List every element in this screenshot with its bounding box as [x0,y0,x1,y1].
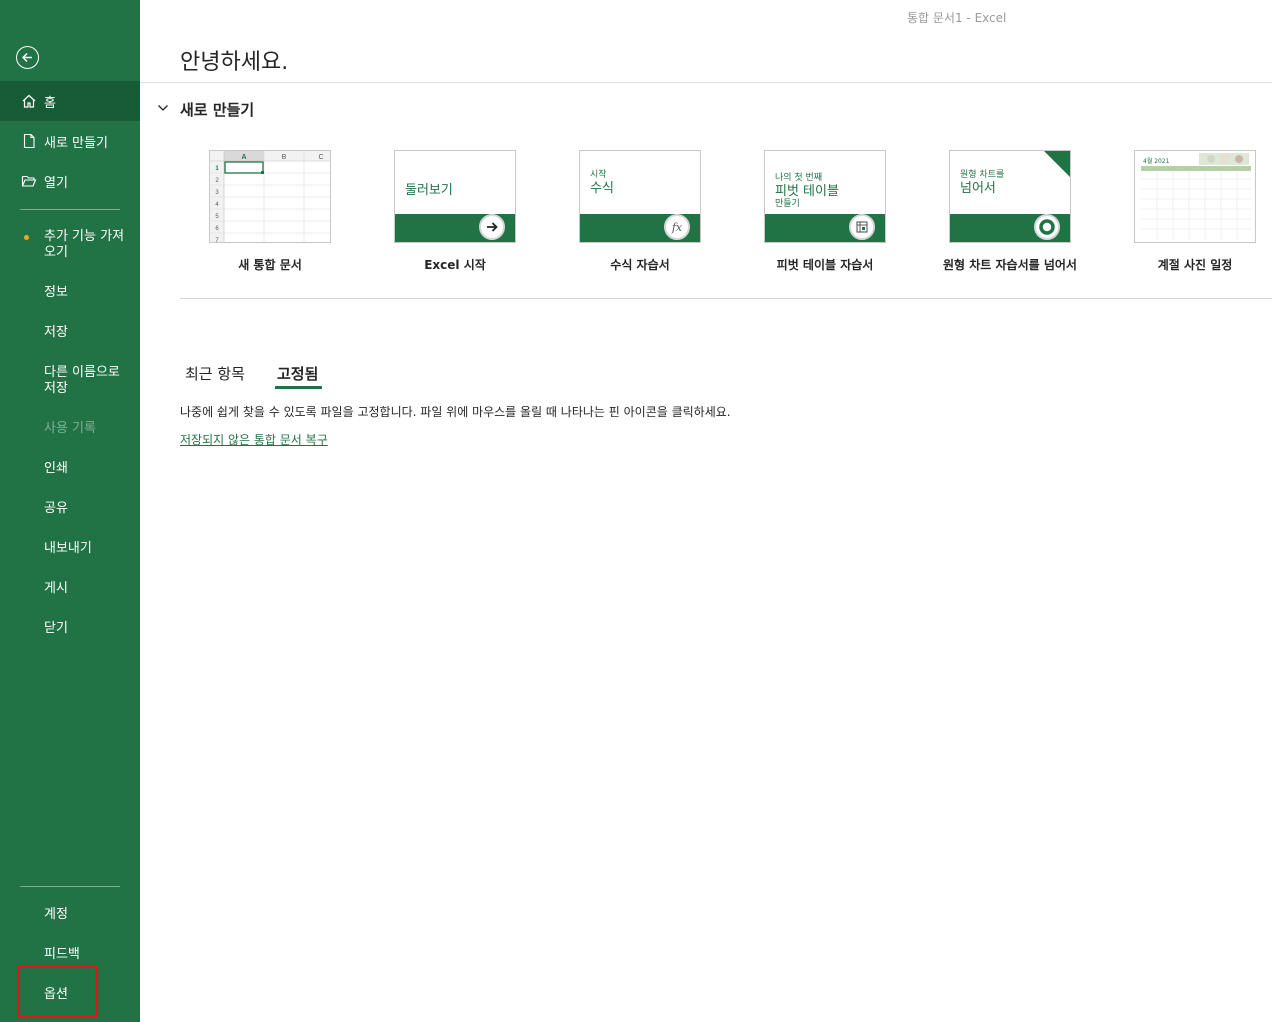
template-label[interactable]: 수식 자습서 [579,256,701,273]
backstage-sidebar: 홈 새로 만들기 열기 추가 기능 가져 오기 정보 저장 다른 이름으로 저장… [0,0,140,1022]
header-divider [140,82,1272,83]
sheet-col-a: A [241,154,246,161]
sheet-col-c: C [318,154,323,161]
template-welcome-tour[interactable]: 둘러보기 [394,150,516,243]
new-indicator-dot [24,235,29,240]
nav-info[interactable]: 정보 [44,285,134,301]
new-corner-ribbon [1044,151,1070,177]
nav-close[interactable]: 닫기 [44,621,134,637]
tab-recent[interactable]: 최근 항목 [185,363,245,384]
nav-save[interactable]: 저장 [44,325,134,341]
template-formula-tutorial[interactable]: 시작 수식 fx [579,150,701,243]
nav-get-addins[interactable]: 추가 기능 가져 오기 [44,229,134,261]
template-thumb-title: 둘러보기 [405,183,453,198]
function-fx-icon: fx [664,214,690,240]
nav-new-label: 새로 만들기 [44,135,108,151]
template-pie-chart-tutorial[interactable]: 원형 차트를 넘어서 [949,150,1071,243]
nav-print[interactable]: 인쇄 [44,461,134,477]
nav-open-label: 열기 [44,175,68,191]
template-blank-workbook[interactable]: A B C 1 2 3 4 5 6 7 [209,150,331,243]
nav-history: 사용 기록 [44,421,96,436]
recover-unsaved-link[interactable]: 저장되지 않은 통합 문서 복구 [180,431,328,448]
back-button[interactable] [16,46,39,69]
window-title: 통합 문서1 - Excel [907,11,1007,25]
template-label[interactable]: Excel 시작 [394,256,516,273]
donut-chart-icon [1034,214,1060,240]
new-document-icon [20,132,38,150]
new-section-title[interactable]: 새로 만들기 [180,99,254,120]
sidebar-divider [20,209,120,210]
arrow-right-icon [479,214,505,240]
excel-backstage: 홈 새로 만들기 열기 추가 기능 가져 오기 정보 저장 다른 이름으로 저장… [0,0,1272,1022]
options-highlight-box [17,965,98,1018]
template-thumb-title: 넘어서 [960,181,996,196]
template-label[interactable]: 원형 차트 자습서를 넘어서 [934,256,1086,273]
section-divider [180,298,1272,299]
nav-feedback[interactable]: 피드백 [44,947,134,963]
template-photo-calendar[interactable]: 4월 2021 [1134,150,1256,243]
calendar-thumbnail [1141,153,1251,239]
nav-home[interactable]: 홈 [0,81,140,121]
template-thumb-caption: 만들기 [775,199,800,209]
open-folder-icon [20,172,38,190]
nav-account[interactable]: 계정 [44,907,134,923]
template-label[interactable]: 피벗 테이블 자습서 [764,256,886,273]
nav-home-label: 홈 [44,95,56,111]
nav-share[interactable]: 공유 [44,501,134,517]
pivot-table-icon [849,214,875,240]
nav-open[interactable]: 열기 [0,161,140,201]
nav-export[interactable]: 내보내기 [44,541,134,557]
spreadsheet-thumbnail: A B C 1 2 3 4 5 6 7 [210,151,330,242]
active-tab-indicator [275,386,322,389]
chevron-down-icon[interactable] [156,101,170,115]
nav-new[interactable]: 새로 만들기 [0,121,140,161]
nav-publish[interactable]: 게시 [44,581,134,597]
arrow-left-icon [22,53,32,62]
nav-save-as[interactable]: 다른 이름으로 저장 [44,365,134,397]
tab-pinned[interactable]: 고정됨 [277,363,318,384]
home-icon [20,92,38,110]
template-label[interactable]: 새 통합 문서 [209,256,331,273]
template-pivot-tutorial[interactable]: 나의 첫 번째 피벗 테이블 만들기 [764,150,886,243]
template-thumb-title: 수식 [590,181,614,196]
greeting-heading: 안녕하세요. [180,50,289,75]
template-label[interactable]: 계절 사진 일정 [1134,256,1256,273]
sheet-col-b: B [282,154,287,161]
pinned-description: 나중에 쉽게 찾을 수 있도록 파일을 고정합니다. 파일 위에 마우스를 올릴… [180,405,731,419]
sidebar-divider-bottom [20,886,120,887]
